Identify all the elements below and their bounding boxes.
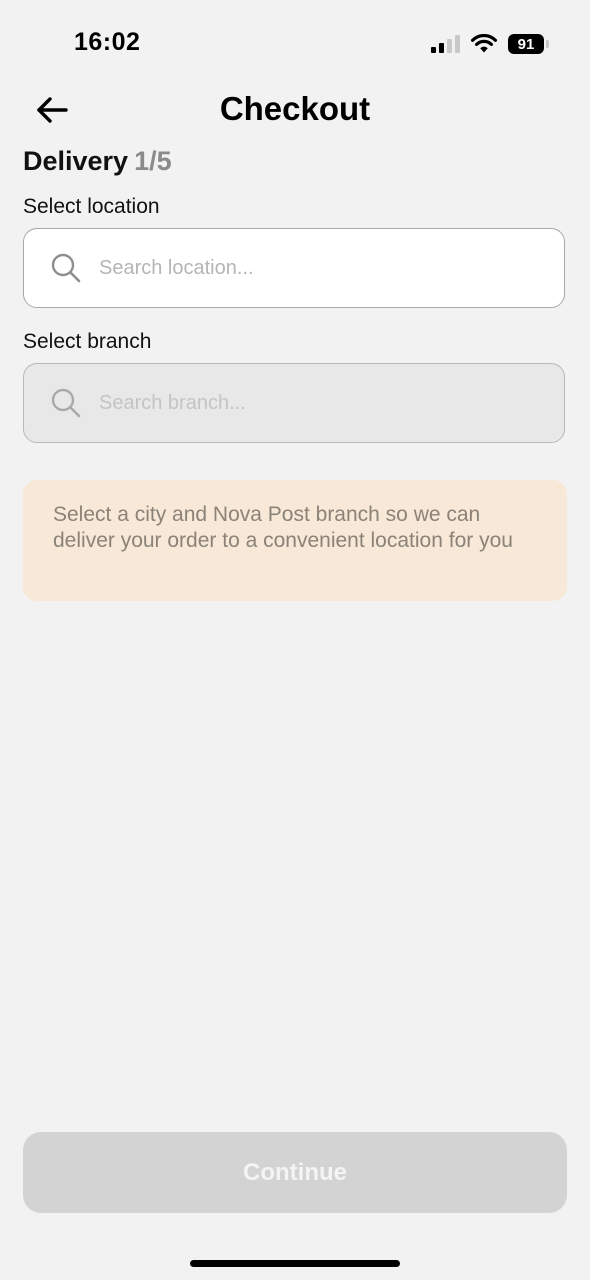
step-title: Delivery — [23, 146, 129, 176]
step-heading: Delivery 1/5 — [23, 146, 172, 177]
branch-search-input[interactable] — [97, 382, 521, 424]
home-indicator — [190, 1260, 400, 1267]
branch-label: Select branch — [23, 330, 152, 353]
info-banner: Select a city and Nova Post branch so we… — [23, 480, 567, 601]
battery-level: 91 — [517, 35, 535, 53]
continue-button[interactable]: Continue — [23, 1132, 567, 1213]
wifi-icon — [470, 34, 498, 54]
status-icons: 91 — [431, 32, 549, 56]
battery-icon: 91 — [508, 34, 549, 54]
location-search-input[interactable] — [97, 247, 521, 289]
page-title: Checkout — [219, 90, 371, 127]
status-time: 16:02 — [74, 28, 141, 56]
cellular-signal-icon — [431, 35, 460, 53]
location-search-field[interactable] — [23, 228, 565, 308]
location-label: Select location — [23, 195, 160, 218]
header: Checkout — [0, 80, 590, 140]
step-count: 1/5 — [134, 146, 172, 176]
search-icon — [49, 386, 83, 420]
status-bar: 16:02 91 — [0, 0, 590, 80]
branch-search-field[interactable] — [23, 363, 565, 443]
search-icon — [49, 251, 83, 285]
